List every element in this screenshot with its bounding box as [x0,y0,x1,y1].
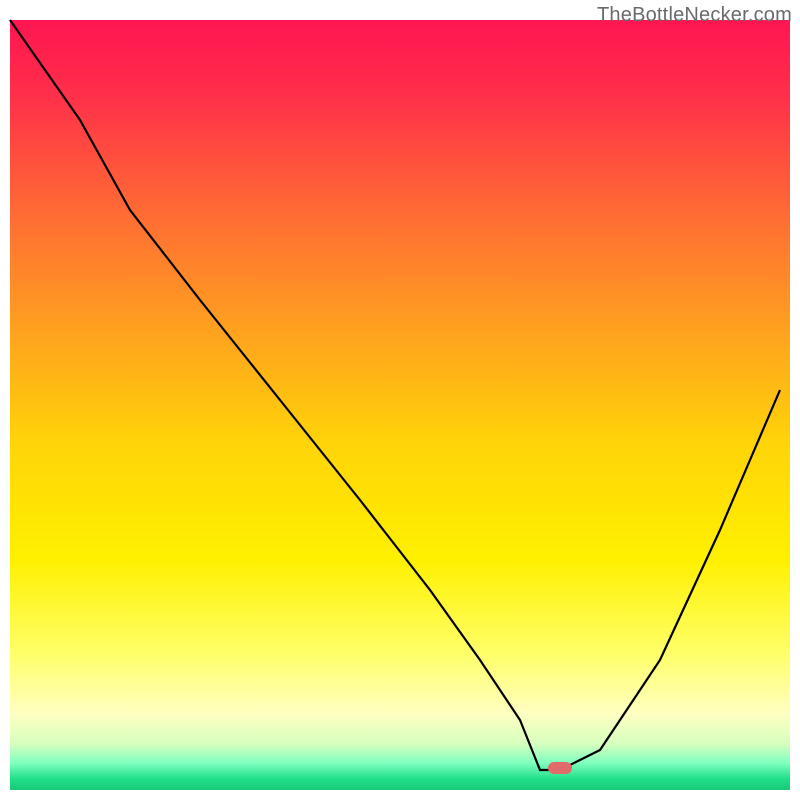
gradient-background [10,20,790,790]
watermark-label: TheBottleNecker.com [597,4,792,27]
chart-svg [0,0,800,800]
bottleneck-chart: TheBottleNecker.com [0,0,800,800]
minimum-marker [548,762,572,774]
